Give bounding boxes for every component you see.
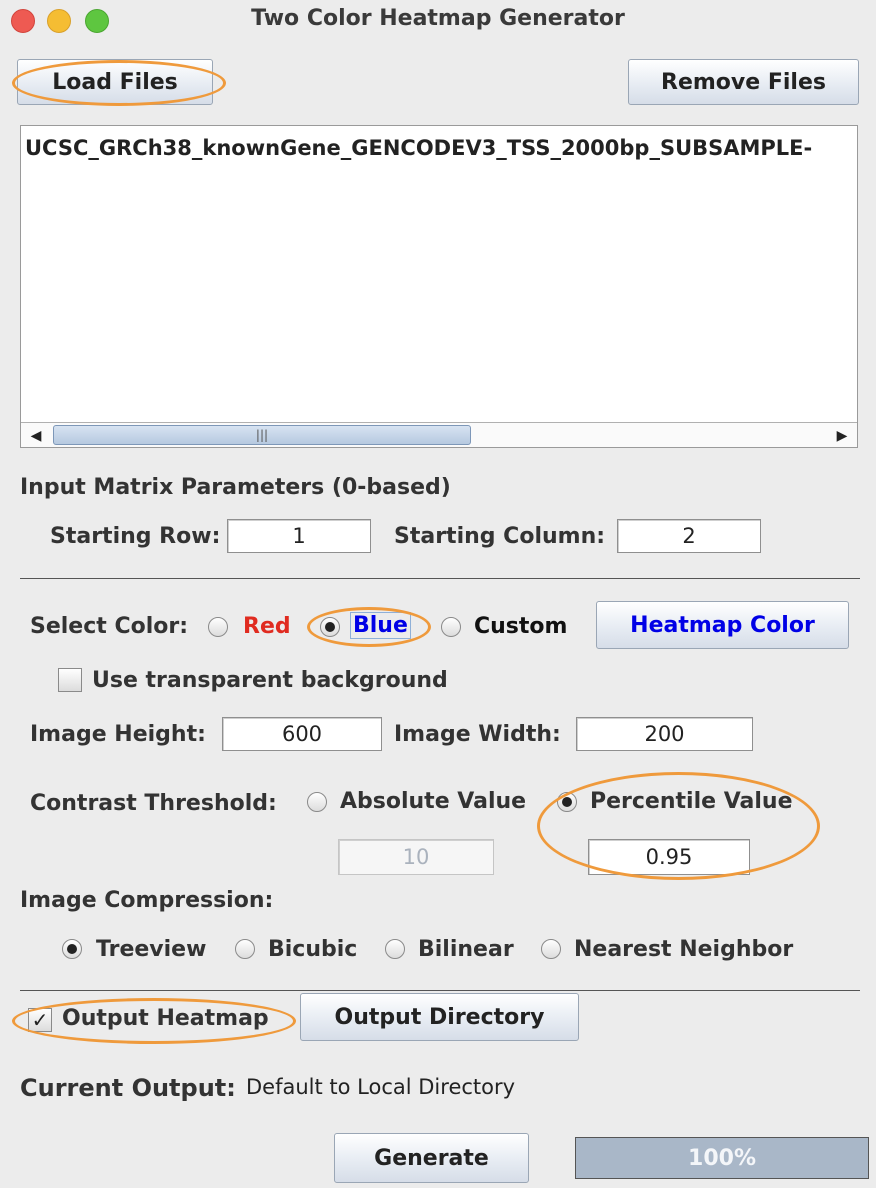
- window-title: Two Color Heatmap Generator: [251, 6, 625, 31]
- blue-label: Blue: [350, 612, 411, 639]
- current-output-value: Default to Local Directory: [246, 1075, 516, 1099]
- progress-text: 100%: [688, 1145, 756, 1171]
- contrast-threshold-label: Contrast Threshold:: [30, 791, 277, 816]
- image-width-label: Image Width:: [394, 722, 561, 747]
- starting-column-input[interactable]: 2: [617, 519, 761, 553]
- bicubic-label: Bicubic: [268, 937, 358, 962]
- starting-row-input[interactable]: 1: [227, 519, 371, 553]
- output-heatmap-checkbox[interactable]: ✓: [28, 1008, 52, 1032]
- progress-bar: 100%: [575, 1137, 869, 1179]
- current-output-label: Current Output:: [20, 1074, 236, 1102]
- red-radio[interactable]: [208, 617, 228, 637]
- generate-button[interactable]: Generate: [334, 1133, 529, 1183]
- scroll-left-arrow-icon[interactable]: ◀: [21, 423, 51, 447]
- bilinear-radio[interactable]: [385, 939, 405, 959]
- starting-row-label: Starting Row:: [50, 524, 221, 549]
- absolute-value-label: Absolute Value: [340, 789, 527, 814]
- scroll-right-arrow-icon[interactable]: ▶: [827, 423, 857, 447]
- blue-radio[interactable]: [320, 617, 340, 637]
- custom-label: Custom: [474, 614, 568, 639]
- remove-files-button[interactable]: Remove Files: [628, 59, 859, 105]
- starting-column-label: Starting Column:: [394, 524, 606, 549]
- image-height-input[interactable]: 600: [222, 717, 382, 751]
- image-height-label: Image Height:: [30, 722, 206, 747]
- bicubic-radio[interactable]: [235, 939, 255, 959]
- nearest-neighbor-label: Nearest Neighbor: [574, 937, 794, 962]
- file-list-item[interactable]: UCSC_GRCh38_knownGene_GENCODEV3_TSS_2000…: [25, 136, 812, 160]
- red-label: Red: [243, 614, 291, 639]
- percentile-value-radio[interactable]: [557, 792, 577, 812]
- treeview-label: Treeview: [96, 937, 207, 962]
- custom-radio[interactable]: [441, 617, 461, 637]
- title-bar: Two Color Heatmap Generator: [0, 0, 876, 40]
- image-compression-label: Image Compression:: [20, 888, 274, 913]
- absolute-value-input[interactable]: 10: [338, 839, 494, 875]
- horizontal-scrollbar[interactable]: ◀ ||| ▶: [21, 422, 857, 447]
- percentile-value-input[interactable]: 0.95: [588, 839, 750, 875]
- transparent-background-checkbox[interactable]: [58, 668, 82, 692]
- scroll-thumb[interactable]: |||: [53, 425, 471, 445]
- heatmap-color-button[interactable]: Heatmap Color: [596, 601, 849, 649]
- separator: [20, 990, 860, 991]
- transparent-background-label: Use transparent background: [92, 668, 448, 693]
- file-list[interactable]: UCSC_GRCh38_knownGene_GENCODEV3_TSS_2000…: [20, 125, 858, 448]
- absolute-value-radio[interactable]: [307, 792, 327, 812]
- output-directory-button[interactable]: Output Directory: [300, 993, 579, 1041]
- percentile-value-label: Percentile Value: [590, 789, 793, 814]
- load-files-button[interactable]: Load Files: [17, 59, 213, 105]
- output-heatmap-label: Output Heatmap: [62, 1006, 269, 1031]
- bilinear-label: Bilinear: [418, 937, 514, 962]
- matrix-heading: Input Matrix Parameters (0-based): [20, 475, 451, 500]
- treeview-radio[interactable]: [62, 939, 82, 959]
- separator: [20, 578, 860, 579]
- nearest-neighbor-radio[interactable]: [541, 939, 561, 959]
- select-color-label: Select Color:: [30, 614, 189, 639]
- image-width-input[interactable]: 200: [576, 717, 753, 751]
